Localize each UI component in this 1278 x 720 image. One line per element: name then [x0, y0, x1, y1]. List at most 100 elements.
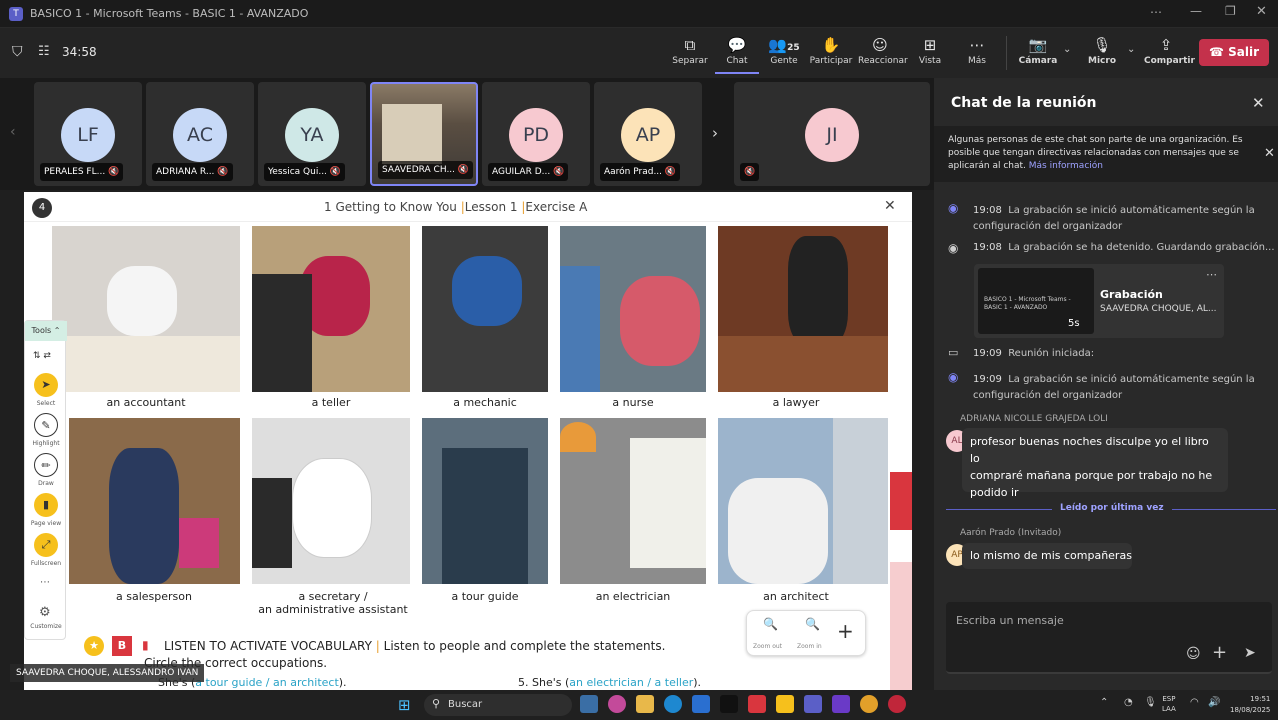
chat-message[interactable]: lo mismo de mis compañeras — [962, 543, 1132, 569]
message-sender: ADRIANA NICOLLE GRAJEDA LOLI — [960, 414, 1108, 424]
camera-button[interactable]: 📷 Cámara — [1016, 34, 1060, 74]
photo-salesperson — [69, 418, 240, 584]
participant-tile[interactable]: AP Aarón Prad... 🔇 — [594, 82, 702, 186]
chat-message[interactable]: profesor buenas noches disculpe yo el li… — [962, 428, 1228, 499]
more-tools-icon[interactable]: ⋯ — [40, 577, 50, 588]
fullscreen-button[interactable]: ⤢ — [34, 533, 58, 557]
taskbar-search[interactable]: ⚲ Buscar — [424, 694, 572, 716]
more-button[interactable]: ⋯ Más — [955, 34, 999, 74]
copilot-icon[interactable] — [608, 695, 626, 713]
shared-content[interactable]: 4 1 Getting to Know You |Lesson 1 |Exerc… — [24, 192, 912, 690]
avatar: PD — [509, 108, 563, 162]
chevron-up-icon[interactable]: ⌃ — [1100, 697, 1108, 708]
people-icon: 👥25 — [768, 36, 800, 54]
wps-icon[interactable] — [748, 695, 766, 713]
maximize-icon[interactable]: ❐ — [1225, 4, 1236, 18]
emoji-icon[interactable]: ☺ — [1186, 646, 1201, 662]
draw-tool-button[interactable]: ✏ — [34, 453, 58, 477]
outlook-icon[interactable] — [692, 695, 710, 713]
event-message: 19:08 La grabación se ha detenido. Guard… — [973, 242, 1275, 253]
gear-icon[interactable]: ⚙ — [39, 605, 51, 620]
page-badge: 4 — [32, 198, 52, 218]
send-icon[interactable]: ➤ — [1244, 645, 1256, 661]
edge-icon[interactable] — [664, 695, 682, 713]
mic-options-chevron-icon[interactable]: ⌄ — [1127, 44, 1135, 55]
mic-button[interactable]: 🎙 Micro — [1080, 34, 1124, 74]
caption: a teller — [311, 396, 351, 409]
cursor-icon: ➤ — [41, 378, 51, 391]
side-accent — [890, 472, 912, 530]
highlight-tool-button[interactable]: ✎ — [34, 413, 58, 437]
caption: a mechanic — [453, 396, 517, 409]
participant-strip: ‹ LF PERALES FL... 🔇 AC ADRIANA R... 🔇 Y… — [0, 78, 934, 190]
windows-start-icon[interactable]: ⊞ — [398, 696, 411, 714]
ellipsis-icon: ⋯ — [969, 36, 985, 54]
tools-header[interactable]: Tools ⌃ — [25, 321, 67, 341]
teams-icon[interactable] — [804, 695, 822, 713]
view-button[interactable]: ⊞ Vista — [908, 34, 952, 74]
compose-box[interactable]: Escriba un mensaje ☺ + ➤ — [946, 602, 1272, 674]
add-icon[interactable]: + — [837, 619, 854, 643]
camera-options-chevron-icon[interactable]: ⌄ — [1063, 44, 1071, 55]
chevron-right-icon[interactable]: › — [712, 124, 718, 142]
chat-button[interactable]: 💬 Chat — [715, 34, 759, 74]
photo-lawyer — [718, 226, 888, 392]
participant-tile[interactable]: LF PERALES FL... 🔇 — [34, 82, 142, 186]
people-button[interactable]: 👥25 Gente — [762, 34, 806, 74]
mic-icon[interactable]: 🎙 — [1144, 697, 1157, 708]
close-window-icon[interactable]: ✕ — [1256, 4, 1267, 19]
chevron-left-icon[interactable]: ‹ — [10, 124, 16, 140]
meeting-toolbar: ⛉ ☷ 34:58 ⧉ Separar 💬 Chat 👥25 Gente ✋ Parti… — [0, 28, 1278, 78]
zoom-in-icon[interactable]: 🔍 — [805, 617, 820, 631]
caption: a tour guide — [451, 590, 519, 603]
mic-muted-icon: 🔇 — [329, 167, 342, 177]
shield-icon[interactable]: ⛉ — [12, 44, 23, 60]
app-icon[interactable] — [888, 695, 906, 713]
wifi-icon[interactable]: ◠ — [1190, 697, 1199, 708]
participant-tile[interactable]: JI 🔇 — [734, 82, 930, 186]
pop-out-icon: ⧉ — [684, 36, 696, 54]
recording-card[interactable]: BASICO 1 - Microsoft Teams - BASIC 1 - A… — [974, 264, 1224, 338]
attach-icon[interactable]: + — [1212, 642, 1227, 663]
app-icon[interactable] — [832, 695, 850, 713]
minimize-icon[interactable]: — — [1190, 4, 1202, 18]
more-info-link[interactable]: Más información — [1029, 161, 1103, 171]
dismiss-notice-icon[interactable]: ✕ — [1264, 146, 1275, 161]
volume-icon[interactable]: 🔊 — [1208, 697, 1220, 708]
notes-icon[interactable]: ☷ — [38, 44, 50, 59]
language-indicator[interactable]: ESP LAA — [1162, 694, 1176, 714]
title-bar: T BASICO 1 - Microsoft Teams - BASIC 1 -… — [0, 0, 1278, 28]
participant-tile-active-speaker[interactable]: SAAVEDRA CH... 🔇 — [370, 82, 478, 186]
participant-tile[interactable]: YA Yessica Qui... 🔇 — [258, 82, 366, 186]
zoom-out-icon[interactable]: 🔍 — [763, 617, 778, 631]
compose-placeholder: Escriba un mensaje — [956, 614, 1064, 627]
star-icon: ★ — [84, 636, 104, 656]
separar-button[interactable]: ⧉ Separar — [668, 34, 712, 74]
more-icon[interactable]: ⋯ — [1150, 5, 1162, 19]
network-icon[interactable]: ◔ — [1124, 697, 1133, 708]
page-icon: ▮ — [42, 498, 50, 511]
participant-tile[interactable]: PD AGUILAR D... 🔇 — [482, 82, 590, 186]
recording-icon: ◉ — [948, 201, 959, 215]
close-chat-icon[interactable]: ✕ — [1252, 94, 1265, 112]
chrome-icon[interactable] — [860, 695, 878, 713]
sticky-notes-icon[interactable] — [776, 695, 794, 713]
arrange-icon[interactable]: ⇅ ⇄ — [33, 351, 51, 361]
raise-hand-button[interactable]: ✋ Participar — [809, 34, 853, 74]
clock[interactable]: 19:51 18/08/2025 — [1230, 694, 1270, 716]
more-options-icon[interactable]: ⋯ — [1206, 268, 1217, 281]
audio-wave-icon[interactable]: ▮ — [142, 638, 149, 652]
task-view-icon[interactable] — [580, 695, 598, 713]
file-explorer-icon[interactable] — [636, 695, 654, 713]
tiktok-icon[interactable] — [720, 695, 738, 713]
mic-muted-icon: 🔇 — [744, 167, 756, 177]
select-tool-button[interactable]: ➤ — [34, 373, 58, 397]
page-view-button[interactable]: ▮ — [34, 493, 58, 517]
leave-button[interactable]: ☎ Salir — [1199, 39, 1269, 66]
close-slide-icon[interactable]: ✕ — [884, 198, 896, 214]
participant-tile[interactable]: AC ADRIANA R... 🔇 — [146, 82, 254, 186]
share-button[interactable]: ⇪ Compartir — [1144, 34, 1195, 74]
avatar: YA — [285, 108, 339, 162]
react-button[interactable]: ☺ Reaccionar — [858, 34, 908, 74]
search-icon: ⚲ — [432, 697, 441, 710]
